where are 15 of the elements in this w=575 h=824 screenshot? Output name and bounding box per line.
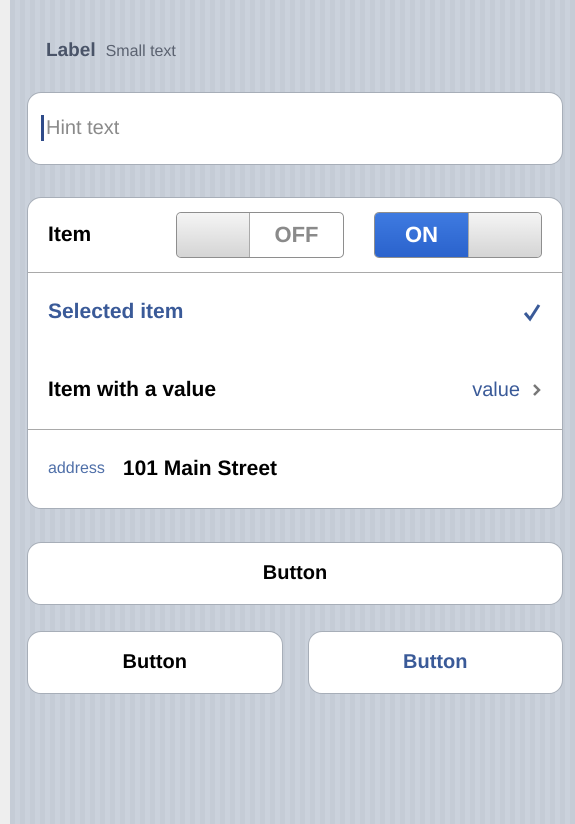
label-text: Label	[46, 40, 96, 62]
text-cursor	[41, 115, 44, 141]
small-text: Small text	[106, 43, 176, 61]
chevron-icon	[532, 383, 542, 397]
field-value[interactable]: 101 Main Street	[122, 457, 277, 481]
text-field[interactable]: Hint text	[27, 92, 563, 165]
checkmark-icon	[522, 302, 542, 322]
button[interactable]: Button	[308, 631, 563, 694]
button[interactable]: Button	[27, 631, 282, 694]
wide-button[interactable]: Button	[27, 542, 563, 605]
list-item[interactable]: Item with a value value	[28, 351, 562, 430]
item-label: Item	[48, 223, 92, 247]
list-item[interactable]: Selected item	[28, 273, 562, 351]
toggle-switch[interactable]: ON	[374, 212, 542, 258]
field-label: address	[48, 460, 105, 478]
